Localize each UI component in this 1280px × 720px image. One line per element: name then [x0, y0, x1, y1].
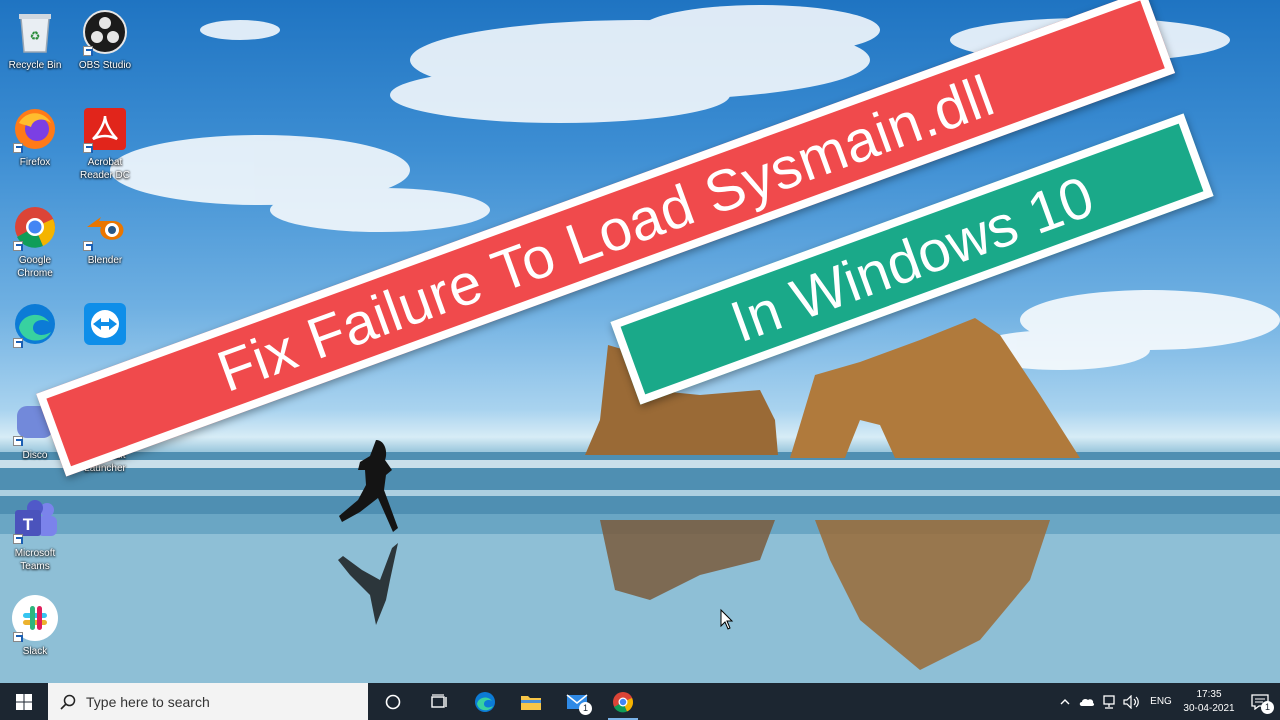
clock-date: 30-04-2021 [1183, 702, 1235, 714]
desktop-icon-label: Slack [22, 646, 48, 657]
acrobat-icon [81, 105, 129, 153]
chrome-icon [11, 203, 59, 251]
input-language-button[interactable]: ENG [1144, 683, 1178, 720]
desktop-icon-label: OBS Studio [78, 60, 132, 71]
volume-button[interactable] [1120, 683, 1144, 720]
taskbar-search-box[interactable]: Type here to search [48, 683, 368, 720]
taskbar-edge[interactable] [462, 683, 508, 720]
desktop-icon-firefox[interactable]: Firefox [0, 105, 70, 169]
desktop-icon-teamviewer[interactable] [70, 300, 140, 348]
folder-icon [521, 695, 541, 710]
action-center-button[interactable]: 1 [1240, 683, 1280, 720]
start-button[interactable] [0, 683, 48, 720]
teams-icon: T [11, 496, 59, 544]
network-button[interactable] [1098, 683, 1120, 720]
desktop-icon-slack[interactable]: Slack [0, 594, 70, 658]
desktop-icon-blender[interactable]: Blender [70, 203, 140, 267]
desktop-icon-label: Microsoft Teams [14, 548, 56, 572]
desktop-icon-label: Acrobat Reader DC [79, 157, 131, 181]
taskbar-clock[interactable]: 17:35 30-04-2021 [1178, 688, 1240, 716]
taskbar-mail[interactable]: 1 [554, 683, 600, 720]
desktop-icon-label: Blender [87, 255, 123, 266]
system-tray: ENG 17:35 30-04-2021 1 [1054, 683, 1280, 720]
teamviewer-icon [81, 300, 129, 348]
obs-icon [81, 8, 129, 56]
search-placeholder: Type here to search [86, 693, 210, 710]
desktop-icon-edge[interactable] [0, 300, 70, 348]
desktop-icon-recycle-bin[interactable]: ♻ Recycle Bin [0, 8, 70, 72]
desktop-icon-google-chrome[interactable]: Google Chrome [0, 203, 70, 280]
cortana-icon [385, 694, 401, 709]
svg-text:♻: ♻ [30, 29, 41, 43]
mail-badge: 1 [579, 702, 592, 715]
firefox-icon [11, 105, 59, 153]
desktop-icon-acrobat-reader[interactable]: Acrobat Reader DC [70, 105, 140, 182]
show-hidden-icons-button[interactable] [1054, 683, 1076, 720]
cloud-icon [1079, 698, 1095, 706]
svg-text:T: T [23, 515, 34, 534]
clock-time: 17:35 [1196, 688, 1222, 700]
task-view-icon [431, 693, 447, 708]
slack-icon [11, 594, 59, 642]
taskbar: Type here to search 1 ENG 17:35 30-04-20… [0, 683, 1280, 720]
onedrive-button[interactable] [1076, 683, 1098, 720]
edge-icon [475, 691, 495, 712]
desktop-icon-label: Recycle Bin [8, 60, 62, 71]
taskbar-chrome[interactable] [600, 683, 646, 720]
volume-icon [1123, 694, 1139, 709]
desktop-icon-label: Google Chrome [17, 255, 53, 279]
taskbar-file-explorer[interactable] [508, 683, 554, 720]
cortana-button[interactable] [370, 683, 416, 720]
desktop-icon-label: Firefox [19, 157, 51, 168]
chrome-icon [613, 691, 633, 712]
notification-badge: 1 [1261, 701, 1274, 714]
recycle-bin-icon: ♻ [11, 8, 59, 56]
edge-icon [11, 300, 59, 348]
chevron-up-icon [1060, 698, 1070, 704]
network-icon [1103, 694, 1115, 709]
search-icon [60, 694, 76, 710]
desktop-icon-label: Disco [22, 450, 48, 461]
desktop-icon-obs-studio[interactable]: OBS Studio [70, 8, 140, 72]
desktop-icon-microsoft-teams[interactable]: T Microsoft Teams [0, 496, 70, 573]
blender-icon [81, 203, 129, 251]
language-indicator: ENG [1150, 696, 1172, 707]
task-view-button[interactable] [416, 683, 462, 720]
windows-logo-icon [16, 693, 32, 710]
